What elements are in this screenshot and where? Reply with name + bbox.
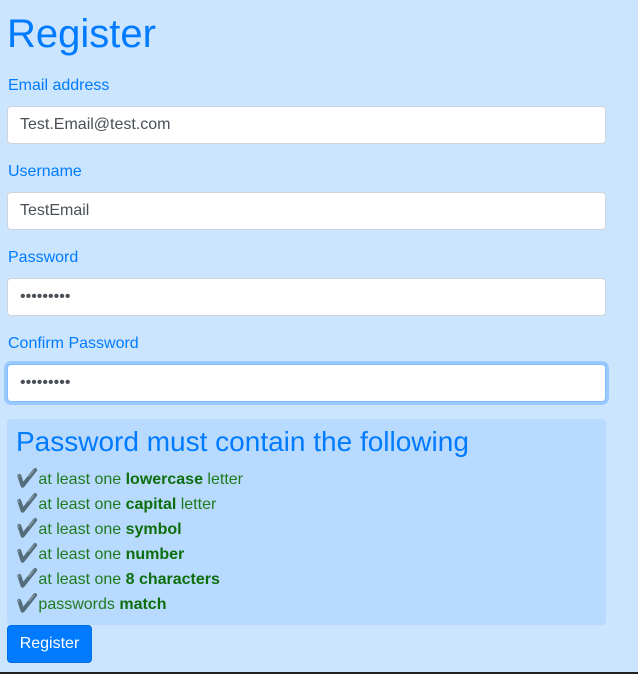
register-button[interactable]: Register	[7, 625, 92, 663]
check-icon: ✔️	[16, 493, 39, 513]
requirement-capital: ✔️at least one capital letter	[16, 493, 217, 513]
email-field[interactable]	[7, 106, 606, 144]
requirement-number: ✔️at least one number	[16, 543, 185, 563]
page-title: Register	[7, 12, 156, 56]
email-label: Email address	[8, 77, 110, 94]
password-label: Password	[8, 249, 79, 266]
password-field[interactable]	[7, 278, 606, 316]
requirements-title: Password must contain the following	[16, 426, 469, 457]
requirement-length: ✔️at least one 8 characters	[16, 568, 220, 588]
check-icon: ✔️	[16, 468, 39, 488]
check-icon: ✔️	[16, 568, 39, 588]
password-requirements-panel: Password must contain the following ✔️at…	[7, 419, 606, 625]
check-icon: ✔️	[16, 593, 39, 613]
username-label: Username	[8, 163, 82, 180]
requirement-lowercase: ✔️at least one lowercase letter	[16, 468, 243, 488]
check-icon: ✔️	[16, 518, 39, 538]
check-icon: ✔️	[16, 543, 39, 563]
requirement-symbol: ✔️at least one symbol	[16, 518, 182, 538]
confirm-password-label: Confirm Password	[8, 335, 139, 352]
requirement-match: ✔️passwords match	[16, 593, 167, 613]
confirm-password-field[interactable]	[7, 364, 606, 402]
username-field[interactable]	[7, 192, 606, 230]
